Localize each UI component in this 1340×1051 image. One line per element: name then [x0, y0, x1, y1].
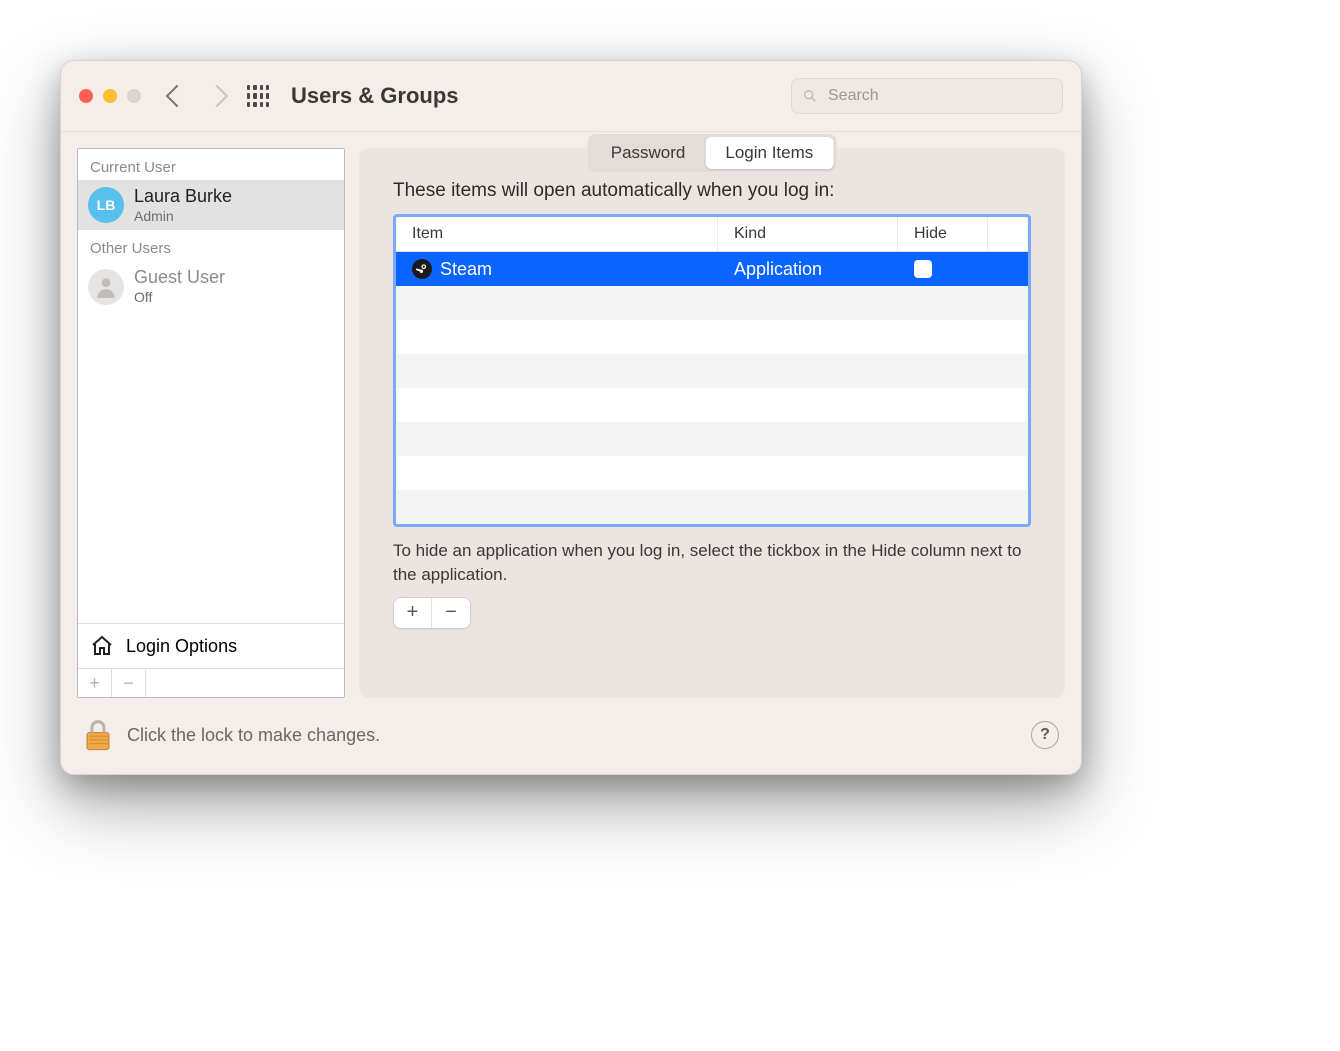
footer: Click the lock to make changes. ?: [61, 704, 1081, 774]
minimize-window-button[interactable]: [103, 89, 117, 103]
avatar: LB: [88, 187, 124, 223]
tab-password[interactable]: Password: [591, 137, 706, 169]
sidebar-user-current[interactable]: LB Laura Burke Admin: [78, 180, 344, 230]
user-name: Guest User: [134, 267, 225, 289]
toolbar: Users & Groups: [61, 61, 1081, 132]
login-items-table[interactable]: Item Kind Hide Steam: [393, 214, 1031, 527]
col-item[interactable]: Item: [396, 217, 718, 251]
login-options-button[interactable]: Login Options: [78, 623, 344, 668]
preferences-window: Users & Groups Current User LB Laura Bur…: [60, 60, 1082, 775]
search-input[interactable]: [826, 86, 1052, 106]
tab-bar: Password Login Items: [588, 134, 837, 172]
other-users-label: Other Users: [78, 230, 344, 261]
user-role: Admin: [134, 208, 232, 225]
hide-checkbox[interactable]: [914, 260, 932, 278]
sidebar-add-remove: + −: [78, 668, 344, 697]
tab-login-items[interactable]: Login Items: [705, 137, 833, 169]
lock-hint: Click the lock to make changes.: [127, 725, 380, 746]
show-all-icon[interactable]: [247, 85, 269, 107]
search-icon: [802, 88, 818, 104]
table-row[interactable]: Steam Application: [396, 252, 1028, 286]
user-role: Off: [134, 289, 225, 306]
col-kind[interactable]: Kind: [718, 217, 898, 251]
table-header: Item Kind Hide: [396, 217, 1028, 252]
add-login-item-button[interactable]: +: [394, 598, 432, 628]
users-sidebar: Current User LB Laura Burke Admin Other …: [77, 148, 345, 698]
login-items-hint: To hide an application when you log in, …: [393, 539, 1031, 587]
zoom-window-button[interactable]: [127, 89, 141, 103]
col-spacer: [988, 217, 1028, 251]
page-title: Users & Groups: [291, 83, 459, 109]
sidebar-remove-user-button[interactable]: −: [112, 669, 146, 697]
search-field[interactable]: [791, 78, 1063, 114]
steam-icon: [412, 259, 432, 279]
main-panel: Password Login Items These items will op…: [359, 148, 1065, 698]
login-items-add-remove: + −: [393, 597, 471, 629]
sidebar-add-user-button[interactable]: +: [78, 669, 112, 697]
item-kind: Application: [718, 259, 898, 280]
remove-login-item-button[interactable]: −: [432, 598, 470, 628]
col-hide[interactable]: Hide: [898, 217, 988, 251]
table-body: Steam Application: [396, 252, 1028, 524]
house-icon: [90, 634, 114, 658]
lock-icon[interactable]: [83, 718, 113, 752]
nav-buttons: [169, 88, 225, 104]
window-controls: [79, 89, 141, 103]
guest-avatar-icon: [88, 269, 124, 305]
current-user-label: Current User: [78, 149, 344, 180]
forward-button[interactable]: [206, 85, 229, 108]
back-button[interactable]: [166, 85, 189, 108]
sidebar-user-guest[interactable]: Guest User Off: [78, 261, 344, 311]
close-window-button[interactable]: [79, 89, 93, 103]
login-options-label: Login Options: [126, 636, 237, 657]
login-items-heading: These items will open automatically when…: [393, 180, 1031, 202]
user-name: Laura Burke: [134, 186, 232, 208]
item-name: Steam: [440, 259, 492, 280]
help-button[interactable]: ?: [1031, 721, 1059, 749]
